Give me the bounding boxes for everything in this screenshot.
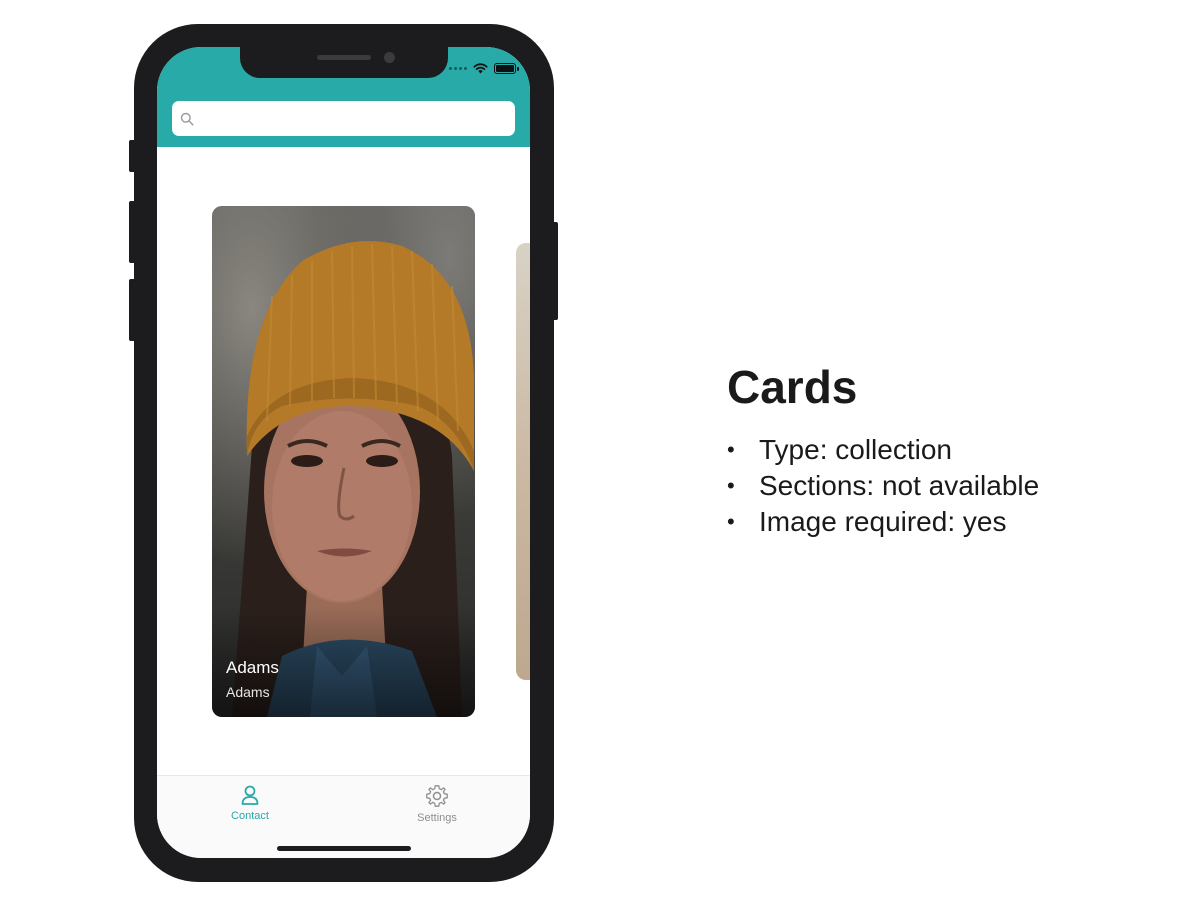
bullet-icon: • — [727, 473, 735, 498]
tab-settings-label: Settings — [417, 812, 457, 824]
wifi-icon — [473, 63, 488, 74]
tab-contact[interactable]: Contact — [190, 784, 310, 822]
person-icon — [241, 785, 259, 805]
battery-icon — [494, 63, 519, 74]
list-item: • Type: collection — [727, 432, 1039, 468]
home-indicator[interactable] — [277, 846, 411, 851]
card-name: Adams — [226, 658, 279, 677]
card-subtitle: Adams — [226, 684, 270, 700]
speaker-grill — [317, 55, 371, 60]
feature-sections: Sections: not available — [759, 470, 1040, 501]
feature-type: Type: collection — [759, 434, 952, 465]
status-bar — [449, 63, 519, 74]
portrait-image — [212, 241, 475, 717]
tab-bar: Contact Settings — [157, 775, 530, 858]
page-title: Cards — [727, 361, 858, 413]
phone-screen: Adams Adams Contact Settings — [157, 47, 530, 858]
notch — [240, 47, 448, 78]
bullet-icon: • — [727, 509, 735, 534]
tab-contact-label: Contact — [231, 810, 269, 822]
search-input[interactable] — [200, 110, 500, 127]
list-item: • Sections: not available — [727, 468, 1039, 504]
search-bar[interactable] — [172, 101, 515, 136]
contact-card[interactable]: Adams Adams — [212, 206, 475, 717]
search-icon — [180, 112, 194, 126]
feature-image-required: Image required: yes — [759, 506, 1007, 537]
tab-settings[interactable]: Settings — [377, 784, 497, 824]
bullet-icon: • — [727, 437, 735, 462]
list-item: • Image required: yes — [727, 504, 1039, 540]
signal-dots — [449, 67, 467, 70]
next-card[interactable] — [516, 243, 530, 680]
gear-icon — [426, 785, 448, 807]
feature-list: • Type: collection • Sections: not availab… — [727, 432, 1039, 540]
front-camera — [384, 52, 395, 63]
